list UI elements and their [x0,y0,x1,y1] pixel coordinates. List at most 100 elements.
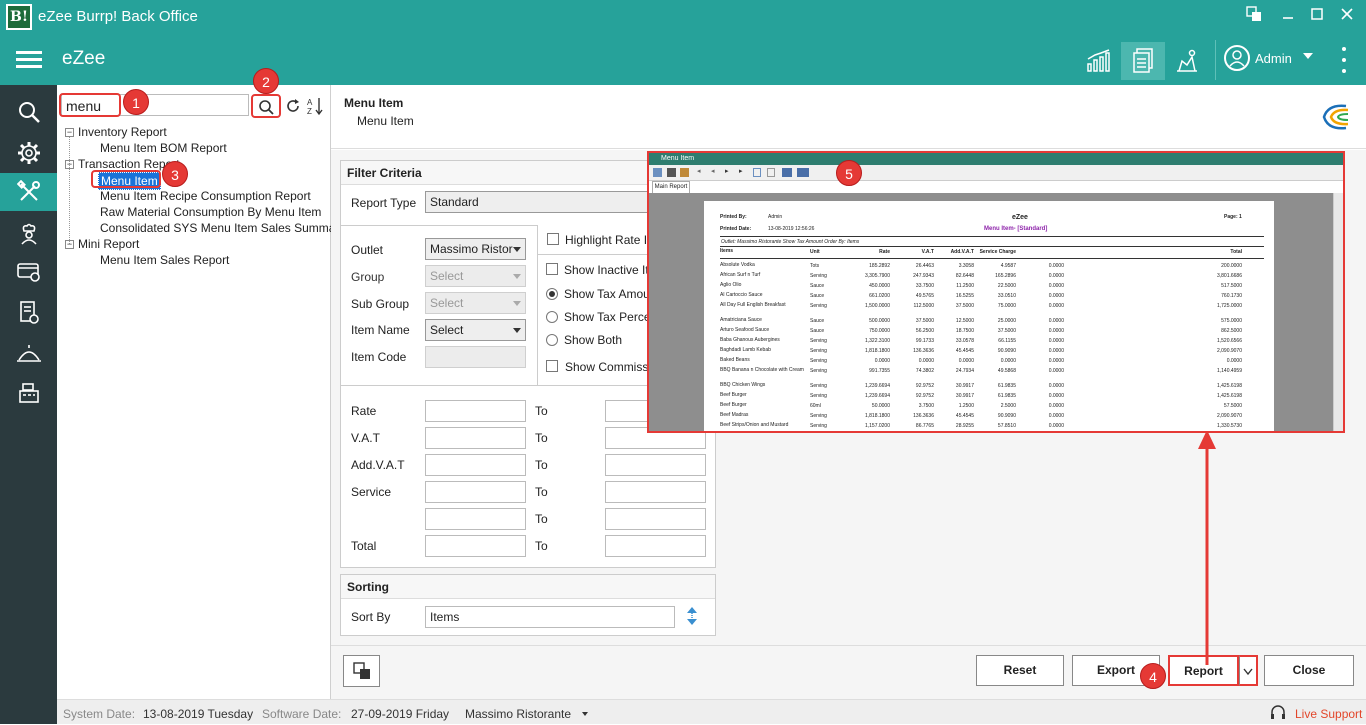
preview-print-icon[interactable] [667,168,676,177]
nav-invoice-icon[interactable] [0,294,57,332]
preview-filter-line: Outlet: Massimo Ristorante Show Tax Amou… [721,239,860,245]
outlet-dropdown-icon[interactable] [582,712,588,716]
user-dropdown-icon[interactable] [1303,53,1313,59]
item-code-input[interactable] [425,346,526,368]
sort-by-field[interactable]: Items [425,606,675,628]
extra-from-input[interactable] [425,508,526,530]
tree-item-raw-material-consumption[interactable]: Raw Material Consumption By Menu Item [100,205,321,219]
reports-icon[interactable] [1121,42,1165,80]
preview-row-value: 1,239.6694 [864,383,890,389]
highlight-rate-checkbox[interactable] [547,233,559,245]
preview-export-icon[interactable] [653,168,662,177]
tree-item-menu-item-sales-report[interactable]: Menu Item Sales Report [100,253,229,267]
more-options-icon[interactable] [1340,47,1348,73]
nav-tools-icon[interactable] [0,173,57,211]
language-toggle-button[interactable] [343,655,380,687]
sort-az-icon[interactable]: AZ [307,96,325,116]
sort-order-icon[interactable] [683,606,701,626]
preview-row-value: 3,801.6686 [1216,273,1242,279]
brand-title: eZee [62,48,106,69]
nav-settings-icon[interactable] [0,134,57,172]
preview-report-title: Menu Item- [Standard] [984,226,1048,232]
preview-row-item: Baba Ghanous Aubergines [720,337,780,343]
addvat-to-label: To [535,458,548,472]
report-type-select[interactable]: Standard [425,191,665,213]
total-to-input[interactable] [605,535,706,557]
nav-payment-card-icon[interactable] [0,253,57,291]
preview-row-item: Beef Burger [720,402,747,408]
preview-row-value: 862.5000 [1221,328,1242,334]
service-to-input[interactable] [605,481,706,503]
report-dropdown-button[interactable] [1239,655,1258,686]
group-select[interactable]: Select [425,265,526,287]
close-window-button[interactable] [1336,6,1358,28]
rate-to-label: To [535,404,548,418]
preview-row-value: 2,090.9070 [1216,348,1242,354]
preview-tree-icon[interactable] [680,168,689,177]
preview-first-icon[interactable]: ◂ [697,167,701,175]
minimize-button[interactable] [1277,6,1299,28]
user-name[interactable]: Admin [1255,51,1292,66]
reset-button[interactable]: Reset [976,655,1064,686]
outlet-select[interactable]: Massimo Ristor [425,238,526,260]
preview-find-icon[interactable] [782,168,792,177]
service-label: Service [351,485,392,499]
show-inactive-checkbox[interactable] [546,263,558,275]
show-tax-amount-radio[interactable] [546,288,558,300]
hamburger-menu-icon[interactable] [16,51,42,69]
show-commission-checkbox[interactable] [546,360,558,372]
rate-from-input[interactable] [425,400,526,422]
tree-item-consolidated-sys[interactable]: Consolidated SYS Menu Item Sales Summary [100,221,345,235]
close-button[interactable]: Close [1264,655,1354,686]
preview-row-value: 575.0000 [1221,318,1242,324]
preview-next-icon[interactable]: ▸ [725,167,729,175]
vat-from-input[interactable] [425,427,526,449]
preview-zoom-icon[interactable] [797,168,809,177]
preview-main-report-tab[interactable]: Main Report [652,181,690,193]
live-support-link[interactable]: Live Support [1295,707,1362,721]
outlet-selector[interactable]: Massimo Ristorante [465,707,571,721]
preview-row-value: 185.2892 [869,263,890,269]
addvat-label: Add.V.A.T [351,458,405,472]
total-from-input[interactable] [425,535,526,557]
language-icon[interactable] [1243,6,1265,28]
report-preview-window: Menu Item ◂ ◂ ▸ ▸ Main Report Printed By… [647,151,1345,433]
tree-group-mini-report[interactable]: − Mini Report [65,237,139,251]
tree-item-menu-item-bom-report[interactable]: Menu Item BOM Report [100,141,227,155]
nav-cash-register-icon[interactable] [0,374,57,412]
user-avatar-icon[interactable] [1224,45,1250,71]
preview-row-value: 0.0000 [1048,413,1064,419]
tree-group-inventory-report[interactable]: − Inventory Report [65,125,167,139]
preview-last-icon[interactable]: ▸ [739,167,743,175]
preview-prev-icon[interactable]: ◂ [711,167,715,175]
preview-row-value: 1,818.1800 [864,413,890,419]
nav-cloche-icon[interactable] [0,334,57,372]
item-name-select[interactable]: Select [425,319,526,341]
preview-goto-icon[interactable] [753,168,761,177]
search-button-icon[interactable] [257,98,275,116]
callout-1: 1 [123,89,149,115]
show-both-radio[interactable] [546,334,558,346]
show-tax-amount-label: Show Tax Amour [564,287,654,301]
extra-to-input[interactable] [605,508,706,530]
nav-search-icon[interactable] [0,93,57,131]
subgroup-select[interactable]: Select [425,292,526,314]
preview-row-value: Serving [810,413,827,419]
preview-stop-icon[interactable] [767,168,775,177]
show-tax-percent-radio[interactable] [546,311,558,323]
preview-scrollbar[interactable] [1333,193,1343,431]
refresh-icon[interactable] [284,97,302,115]
page-title: Menu Item [344,96,404,110]
nav-chef-icon[interactable] [0,215,57,253]
preview-row-value: 991.7355 [869,368,890,374]
report-header: Menu Item Menu Item [331,85,1366,149]
filter-criteria-title: Filter Criteria [347,166,422,180]
tree-item-recipe-consumption[interactable]: Menu Item Recipe Consumption Report [100,189,311,203]
service-from-input[interactable] [425,481,526,503]
addvat-to-input[interactable] [605,454,706,476]
addvat-from-input[interactable] [425,454,526,476]
kitchen-icon[interactable] [1165,42,1209,80]
preview-row-item: Baked Beans [720,357,750,363]
maximize-button[interactable] [1306,6,1328,28]
chart-icon[interactable] [1077,42,1121,80]
